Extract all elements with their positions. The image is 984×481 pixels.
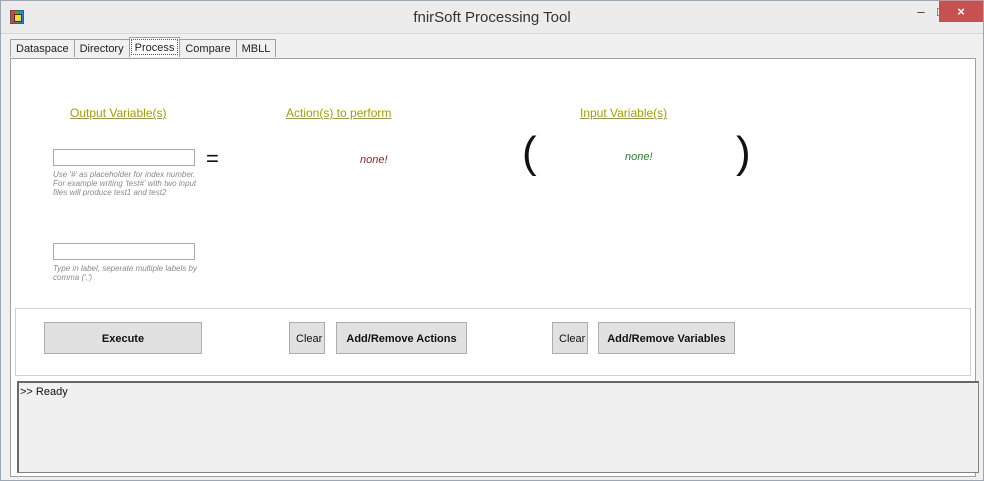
main-window: fnirSoft Processing Tool – □ × Dataspace… bbox=[0, 0, 984, 481]
output-variable-input[interactable] bbox=[53, 149, 195, 166]
tab-dataspace[interactable]: Dataspace bbox=[10, 39, 75, 57]
console-output[interactable]: >> Ready bbox=[17, 381, 979, 473]
add-remove-variables-button[interactable]: Add/Remove Variables bbox=[598, 322, 735, 354]
window-title: fnirSoft Processing Tool bbox=[413, 9, 571, 26]
tab-mbll[interactable]: MBLL bbox=[235, 39, 277, 57]
right-parenthesis: ) bbox=[736, 128, 751, 177]
input-variables-heading[interactable]: Input Variable(s) bbox=[580, 106, 667, 120]
button-group: Execute Clear Add/Remove Actions Clear A… bbox=[15, 308, 971, 376]
clear-variables-button[interactable]: Clear bbox=[552, 322, 588, 354]
tab-directory[interactable]: Directory bbox=[73, 39, 130, 57]
clear-actions-button[interactable]: Clear bbox=[289, 322, 325, 354]
execute-button[interactable]: Execute bbox=[44, 322, 202, 354]
label-input[interactable] bbox=[53, 243, 195, 260]
label-hint: Type in label, seperate multiple labels … bbox=[53, 264, 197, 282]
tab-strip: Dataspace Directory Process Compare MBLL bbox=[10, 37, 277, 58]
inputs-value: none! bbox=[625, 151, 653, 163]
equals-sign: = bbox=[206, 146, 219, 171]
output-variables-heading[interactable]: Output Variable(s) bbox=[70, 106, 167, 120]
left-parenthesis: ( bbox=[522, 128, 537, 177]
add-remove-actions-button[interactable]: Add/Remove Actions bbox=[336, 322, 467, 354]
output-variable-hint: Use '#' as placeholder for index number.… bbox=[53, 170, 197, 197]
tab-compare[interactable]: Compare bbox=[179, 39, 237, 57]
close-button[interactable]: × bbox=[939, 1, 983, 22]
actions-value: none! bbox=[360, 154, 388, 166]
actions-heading[interactable]: Action(s) to perform bbox=[286, 106, 391, 120]
title-bar[interactable]: fnirSoft Processing Tool – □ × bbox=[1, 1, 983, 34]
tab-process[interactable]: Process bbox=[128, 37, 181, 57]
